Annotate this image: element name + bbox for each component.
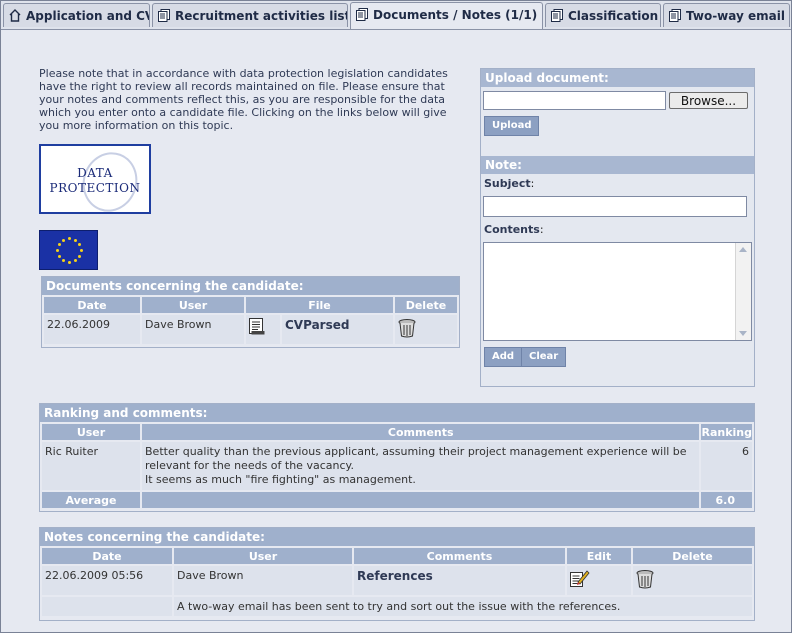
- data-protection-notice: Please note that in accordance with data…: [39, 67, 448, 132]
- tab-label: Documents / Notes (1/1): [373, 8, 538, 22]
- subject-input[interactable]: [483, 196, 747, 217]
- contents-label: Contents: [484, 223, 540, 236]
- document-icon: [551, 9, 563, 22]
- trash-icon[interactable]: [636, 569, 654, 589]
- note-title: Note:: [481, 156, 754, 174]
- star-icon: [68, 261, 71, 264]
- browse-button[interactable]: Browse...: [669, 92, 748, 109]
- document-icon: [669, 9, 681, 22]
- star-icon: [62, 259, 65, 263]
- logo-text: Protection: [49, 181, 141, 195]
- star-icon: [56, 249, 59, 252]
- upload-note-panel: Upload document: Browse... Upload Note: …: [480, 68, 755, 387]
- column-header: Comments: [354, 548, 565, 564]
- edit-icon[interactable]: [570, 569, 590, 587]
- ranking-value: 6: [701, 442, 752, 490]
- column-header: Edit: [567, 548, 631, 564]
- column-header: File: [246, 297, 393, 313]
- documents-panel: Documents concerning the candidate: Date…: [41, 276, 460, 348]
- tab-label: Two-way email: [686, 9, 785, 23]
- note-date: 22.06.2009 05:56: [42, 566, 172, 595]
- home-icon: [9, 9, 21, 22]
- star-icon: [78, 255, 82, 258]
- document-file-link[interactable]: CVParsed: [285, 318, 349, 332]
- star-icon: [62, 238, 65, 242]
- column-header: Date: [44, 297, 140, 313]
- upload-button[interactable]: Upload: [484, 116, 540, 136]
- document-user: Dave Brown: [142, 315, 244, 344]
- scroll-down-icon[interactable]: [739, 331, 747, 336]
- tab-documents-notes[interactable]: Documents / Notes (1/1): [350, 2, 543, 29]
- tab-recruitment-activities[interactable]: Recruitment activities list: [152, 3, 348, 27]
- documents-title: Documents concerning the candidate:: [42, 277, 459, 295]
- ranking-comment: Better quality than the previous applica…: [145, 445, 687, 472]
- table-row: A two-way email has been sent to try and…: [42, 597, 752, 616]
- tab-label: Recruitment activities list: [175, 9, 348, 23]
- ranking-title: Ranking and comments:: [40, 404, 754, 422]
- file-icon[interactable]: [249, 318, 265, 335]
- tab-two-way-email[interactable]: Two-way email: [663, 3, 790, 27]
- notes-title: Notes concerning the candidate:: [40, 528, 754, 546]
- document-date: 22.06.2009: [44, 315, 140, 344]
- tab-application-cv[interactable]: Application and CV: [3, 3, 150, 27]
- table-row: 22.06.2009 05:56 Dave Brown References: [42, 566, 752, 595]
- column-header: Date: [42, 548, 172, 564]
- column-header: User: [142, 297, 244, 313]
- tab-label: Classification: [568, 9, 659, 23]
- document-icon: [356, 8, 368, 21]
- document-icon: [158, 9, 170, 22]
- note-detail: A two-way email has been sent to try and…: [174, 597, 752, 616]
- star-icon: [57, 243, 61, 246]
- add-note-button[interactable]: Add: [484, 347, 523, 367]
- scroll-up-icon[interactable]: [739, 247, 747, 252]
- tab-bar: Application and CV Recruitment activitie…: [1, 1, 791, 30]
- logo-text: Data: [77, 166, 113, 180]
- star-icon: [74, 259, 77, 263]
- tab-label: Application and CV: [26, 9, 150, 23]
- table-row: 22.06.2009 Dave Brown CVParsed: [44, 315, 457, 344]
- tab-classification[interactable]: Classification: [545, 3, 661, 27]
- column-header: Comments: [142, 424, 700, 440]
- contents-textarea[interactable]: [483, 242, 752, 341]
- upload-title: Upload document:: [481, 69, 754, 87]
- column-header: Delete: [633, 548, 752, 564]
- ranking-table: User Comments Ranking Ric Ruiter Better …: [40, 422, 754, 510]
- star-icon: [78, 243, 82, 246]
- note-user: Dave Brown: [174, 566, 352, 595]
- upload-file-input[interactable]: [483, 91, 666, 110]
- notes-table: Date User Comments Edit Delete 22.06.200…: [40, 546, 754, 618]
- ranking-panel: Ranking and comments: User Comments Rank…: [39, 403, 755, 512]
- application-window: Application and CV Recruitment activitie…: [0, 0, 792, 633]
- table-row: Ric Ruiter Better quality than the previ…: [42, 442, 752, 490]
- average-label: Average: [42, 492, 140, 508]
- column-header: User: [174, 548, 352, 564]
- column-header: Delete: [395, 297, 457, 313]
- scrollbar[interactable]: [735, 243, 751, 340]
- star-icon: [80, 249, 83, 252]
- star-icon: [68, 237, 71, 240]
- documents-table: Date User File Delete 22.06.2009 Dave Br…: [42, 295, 459, 346]
- ranking-user: Ric Ruiter: [42, 442, 140, 490]
- average-value: 6.0: [701, 492, 752, 508]
- subject-label: Subject: [484, 177, 531, 190]
- eu-flag-logo[interactable]: [39, 230, 98, 270]
- note-comment-link[interactable]: References: [357, 569, 433, 583]
- ranking-comment: It seems as much "fire fighting" as mana…: [145, 473, 416, 486]
- data-protection-logo[interactable]: Data Protection: [39, 144, 151, 220]
- star-icon: [57, 255, 61, 258]
- column-header: User: [42, 424, 140, 440]
- trash-icon[interactable]: [398, 318, 416, 338]
- star-icon: [74, 238, 77, 242]
- notes-panel: Notes concerning the candidate: Date Use…: [39, 527, 755, 621]
- column-header: Ranking: [701, 424, 752, 440]
- clear-note-button[interactable]: Clear: [521, 347, 567, 367]
